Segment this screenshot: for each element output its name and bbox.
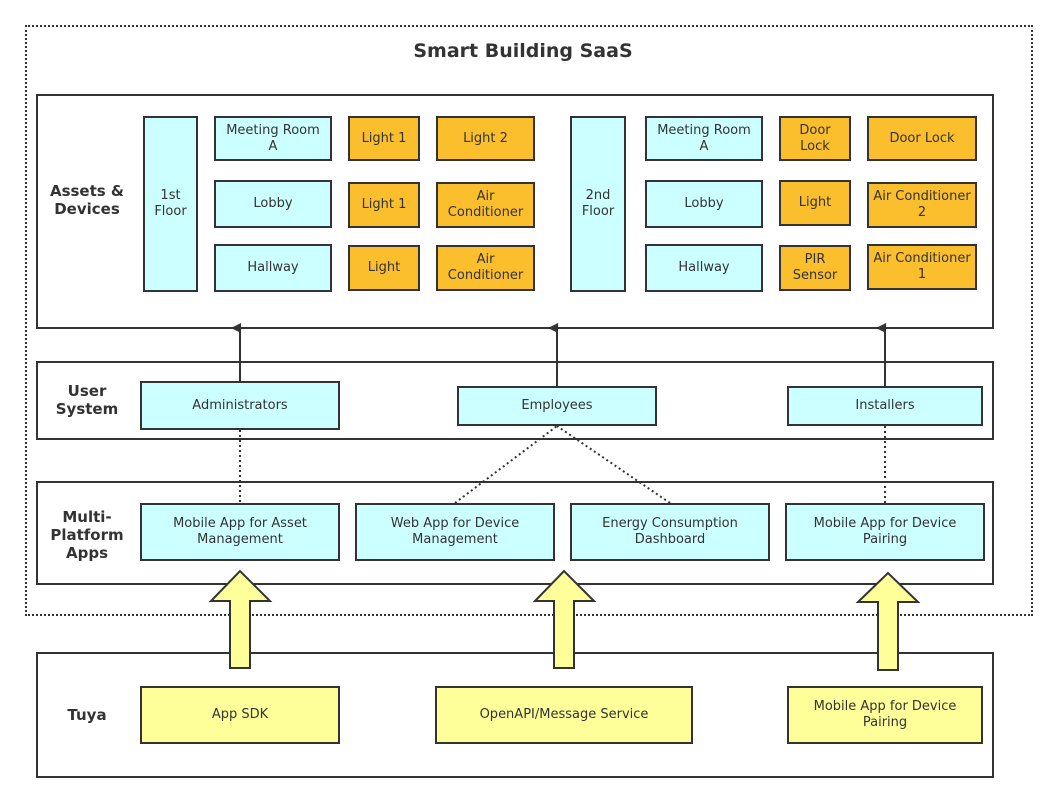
room-lobby[interactable]: Lobby: [214, 180, 332, 228]
tuya-openapi-message-service[interactable]: OpenAPI/Message Service: [435, 686, 693, 744]
tuya-app-sdk[interactable]: App SDK: [140, 686, 340, 744]
floor-2nd[interactable]: 2nd Floor: [570, 116, 626, 292]
diagram-title: Smart Building SaaS: [413, 40, 633, 62]
layer-label-apps: Multi-Platform Apps: [50, 508, 124, 562]
device-light[interactable]: Light: [348, 245, 420, 291]
device-air-conditioner-2[interactable]: Air Conditioner 2: [867, 182, 977, 228]
room-lobby[interactable]: Lobby: [645, 180, 763, 228]
app-mobile-asset-management[interactable]: Mobile App for Asset Management: [140, 503, 340, 561]
device-pir-sensor[interactable]: PIR Sensor: [779, 245, 851, 291]
user-administrators[interactable]: Administrators: [140, 381, 340, 430]
device-light-1[interactable]: Light 1: [348, 182, 420, 228]
device-light[interactable]: Light: [779, 180, 851, 226]
device-light-1[interactable]: Light 1: [348, 116, 420, 161]
room-meeting-room-a[interactable]: Meeting Room A: [645, 116, 763, 161]
app-energy-dashboard[interactable]: Energy Consumption Dashboard: [570, 503, 770, 561]
tuya-mobile-device-pairing[interactable]: Mobile App for Device Pairing: [787, 686, 983, 744]
app-web-device-management[interactable]: Web App for Device Management: [355, 503, 555, 561]
layer-label-users: User System: [55, 382, 119, 418]
device-door-lock[interactable]: Door Lock: [779, 116, 851, 161]
user-installers[interactable]: Installers: [787, 386, 983, 426]
device-air-conditioner[interactable]: Air Conditioner: [436, 245, 535, 291]
device-door-lock[interactable]: Door Lock: [867, 116, 977, 161]
layer-label-tuya: Tuya: [67, 706, 107, 724]
layer-label-assets: Assets & Devices: [49, 182, 125, 218]
floor-1st[interactable]: 1st Floor: [143, 116, 198, 292]
device-air-conditioner[interactable]: Air Conditioner: [436, 182, 535, 228]
device-air-conditioner-1[interactable]: Air Conditioner 1: [867, 244, 977, 290]
app-mobile-device-pairing[interactable]: Mobile App for Device Pairing: [785, 503, 985, 561]
user-employees[interactable]: Employees: [457, 386, 657, 426]
device-light-2[interactable]: Light 2: [436, 116, 535, 161]
room-hallway[interactable]: Hallway: [214, 244, 332, 292]
room-meeting-room-a[interactable]: Meeting Room A: [214, 116, 332, 161]
room-hallway[interactable]: Hallway: [645, 244, 763, 292]
